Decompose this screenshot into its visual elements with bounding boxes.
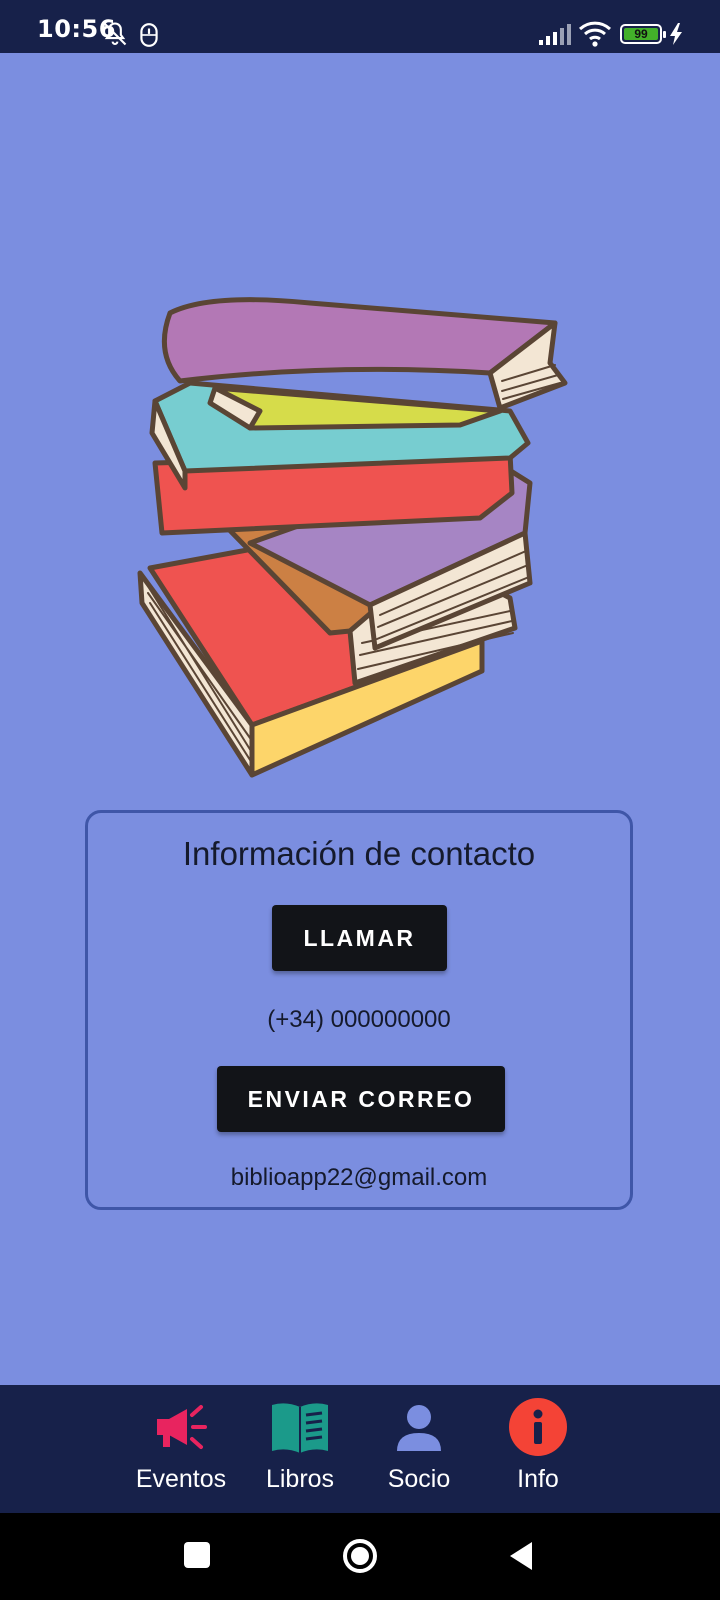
phone-number: (+34) 000000000 [267, 1006, 451, 1033]
nav-item-info[interactable]: Info [478, 1385, 598, 1513]
nav-label-socio: Socio [387, 1465, 451, 1493]
nav-item-socio[interactable]: Socio [359, 1385, 479, 1513]
nav-item-eventos[interactable]: Eventos [121, 1385, 241, 1513]
status-bar: 10:56 99 [0, 0, 720, 53]
megaphone-icon [157, 1405, 207, 1449]
books-illustration [137, 297, 568, 778]
email-address: biblioapp22@gmail.com [230, 1164, 488, 1191]
back-button[interactable] [506, 1539, 536, 1573]
send-email-button[interactable]: ENVIAR CORREO [217, 1066, 505, 1132]
battery-level: 99 [634, 27, 648, 41]
recent-apps-button[interactable] [184, 1542, 210, 1568]
charging-icon [670, 23, 682, 45]
person-icon [397, 1405, 441, 1451]
home-button[interactable] [342, 1538, 378, 1574]
nav-label-eventos: Eventos [135, 1465, 227, 1493]
contact-card: Información de contacto LLAMAR (+34) 000… [85, 810, 633, 1210]
nav-item-libros[interactable]: Libros [240, 1385, 360, 1513]
contact-title: Información de contacto [182, 835, 536, 872]
bottom-navigation: Eventos Libros Socio Info [0, 1385, 720, 1513]
nav-label-libros: Libros [265, 1465, 335, 1493]
bell-off-icon [103, 22, 127, 46]
mouse-icon [140, 23, 158, 47]
system-navigation-bar [0, 1513, 720, 1600]
info-icon [509, 1398, 567, 1456]
wifi-icon [578, 21, 612, 47]
main-content: Información de contacto LLAMAR (+34) 000… [0, 53, 720, 1385]
battery-icon: 99 [620, 24, 666, 44]
signal-icon [539, 24, 571, 45]
call-button[interactable]: LLAMAR [272, 905, 447, 971]
open-book-icon [272, 1403, 328, 1453]
nav-label-info: Info [517, 1465, 559, 1493]
